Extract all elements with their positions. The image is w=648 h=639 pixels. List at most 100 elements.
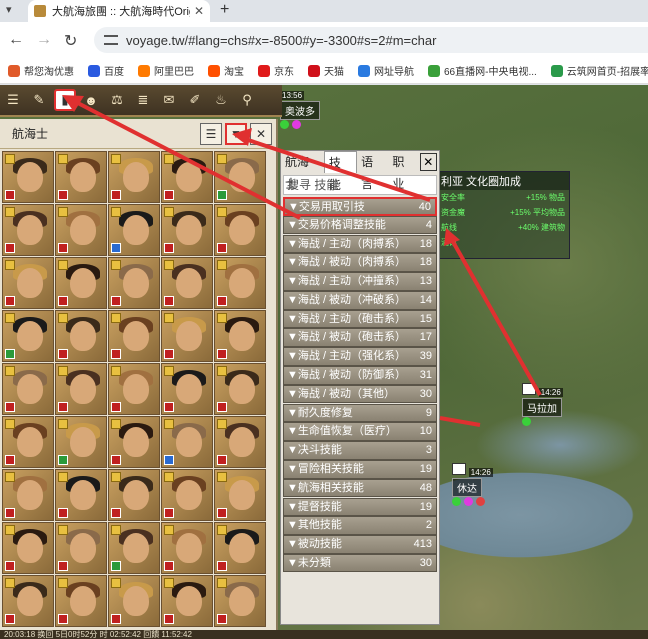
filter-icon[interactable]: ▼ [225,123,247,145]
reload-icon[interactable]: ↻ [64,31,77,51]
new-tab-button[interactable]: + [220,1,229,19]
navigator-portrait[interactable] [108,151,160,203]
town-marker[interactable]: 14:26 休达 [452,463,493,509]
notes-new-icon[interactable]: ✐ [184,89,206,111]
menu-icon[interactable]: ☰ [2,89,24,111]
pot-icon[interactable]: ♨ [210,89,232,111]
navigator-portrait[interactable] [214,416,266,468]
bookmark-item[interactable]: 66直播网-中央电视... [428,63,537,78]
navigator-portrait[interactable] [2,257,54,309]
skill-tab[interactable]: 航海士 [281,151,324,191]
site-info-icon[interactable] [104,35,118,45]
navigator-portrait[interactable] [55,151,107,203]
skill-category-row[interactable]: ▼决斗技能 3 [283,441,437,460]
navigator-portrait[interactable] [108,310,160,362]
tab-search-icon[interactable]: ▾ [6,3,22,19]
navigator-portrait[interactable] [2,151,54,203]
navigator-portrait[interactable] [161,522,213,574]
bookmark-item[interactable]: 云筑网首页-招展率... [550,63,648,78]
skill-category-row[interactable]: ▼海战 / 被动（肉搏系） 18 [283,253,437,272]
navigator-portrait[interactable] [55,522,107,574]
skill-category-row[interactable]: ▼未分類 30 [283,553,437,573]
bookmark-item[interactable]: 帮您淘优惠 [8,63,74,78]
navigator-portrait[interactable] [55,416,107,468]
skill-category-row[interactable]: ▼提督技能 19 [283,497,437,517]
navigator-portrait[interactable] [214,575,266,627]
navigator-portrait[interactable] [55,469,107,521]
navigator-portrait[interactable] [214,204,266,256]
skill-category-row[interactable]: ▼其他技能 2 [283,516,437,535]
navigator-portrait[interactable] [214,151,266,203]
browser-tab[interactable]: 大航海旅團 :: 大航海時代Origin ✕ [28,0,210,22]
navigator-portrait[interactable] [108,204,160,256]
bookmark-item[interactable]: 阿里巴巴 [138,63,194,78]
chat-icon[interactable]: ✉ [158,89,180,111]
navigator-portrait[interactable] [108,522,160,574]
books-icon[interactable]: ≣ [132,89,154,111]
navigator-portrait[interactable] [161,151,213,203]
mask-icon[interactable]: ☻ [80,89,102,111]
skill-category-row[interactable]: ▼航海相关技能 48 [283,478,437,498]
navigator-portrait[interactable] [2,575,54,627]
skill-category-row[interactable]: ▼海战 / 主动（肉搏系） 18 [283,234,437,254]
navigator-portrait[interactable] [214,522,266,574]
list-view-icon[interactable]: ☰ [200,123,222,145]
navigator-portrait[interactable] [2,363,54,415]
navigator-portrait[interactable] [108,575,160,627]
navigator-portrait[interactable] [161,363,213,415]
skill-category-row[interactable]: ▼交易用取引技 40 [283,197,437,216]
skill-category-row[interactable]: ▼海战 / 被动（冲破系） 14 [283,290,437,310]
character-book-icon[interactable]: ▮ [54,89,76,111]
forward-icon[interactable]: → [36,31,52,49]
skill-category-row[interactable]: ▼冒险相关技能 19 [283,459,437,479]
tab-close-icon[interactable]: ✕ [194,4,204,18]
bookmark-item[interactable]: 淘宝 [208,63,244,78]
skill-category-row[interactable]: ▼海战 / 被动（其他） 30 [283,384,437,404]
skill-category-row[interactable]: ▼生命值恢复（医疗） 10 [283,422,437,441]
skill-category-row[interactable]: ▼海战 / 主动（强化系） 39 [283,347,437,366]
bookmark-item[interactable]: 京东 [258,63,294,78]
bookmark-item[interactable]: 百度 [88,63,124,78]
navigator-portrait[interactable] [108,363,160,415]
document-icon[interactable]: ✎ [28,89,50,111]
navigator-portrait[interactable] [2,416,54,468]
navigator-portrait[interactable] [161,310,213,362]
back-icon[interactable]: ← [8,31,24,49]
town-marker[interactable]: 13:56 奥波多 [280,90,320,132]
navigator-portrait[interactable] [55,257,107,309]
navigator-portrait[interactable] [161,575,213,627]
navigator-portrait[interactable] [161,204,213,256]
bookmark-item[interactable]: 网址导航 [358,63,414,78]
navigator-portrait[interactable] [2,522,54,574]
navigator-portrait[interactable] [108,257,160,309]
close-icon[interactable]: ✕ [419,153,438,171]
skill-category-row[interactable]: ▼海战 / 被动（砲击系） 17 [283,328,437,348]
address-bar[interactable]: voyage.tw/#lang=chs#x=-8500#y=-3300#s=2#… [94,27,648,53]
navigator-portrait[interactable] [2,204,54,256]
skill-category-row[interactable]: ▼海战 / 被动（防御系） 31 [283,366,437,385]
navigator-portrait[interactable] [55,310,107,362]
navigator-portrait[interactable] [161,257,213,309]
search-icon[interactable]: ⚲ [236,89,258,111]
navigator-portrait[interactable] [161,469,213,521]
navigator-portrait[interactable] [2,469,54,521]
navigator-portrait[interactable] [55,204,107,256]
navigator-portrait[interactable] [55,575,107,627]
game-area[interactable]: 利亚 文化圈加成 安全率 +15% 物品 资金魔 +15% 平均物品 航线 +40% 建筑… [0,85,648,639]
close-icon[interactable]: ✕ [250,123,272,145]
skill-category-row[interactable]: ▼海战 / 主动（冲撞系） 13 [283,272,437,291]
skill-tab[interactable]: 语言 [357,151,388,191]
skill-tab[interactable]: 职业 [388,151,419,191]
navigator-portrait[interactable] [214,363,266,415]
skill-category-row[interactable]: ▼耐久度修复 9 [283,403,437,423]
navigator-portrait[interactable] [214,469,266,521]
navigator-portrait[interactable] [214,257,266,309]
navigator-portrait[interactable] [108,469,160,521]
navigator-portrait[interactable] [108,416,160,468]
skill-category-row[interactable]: ▼海战 / 主动（砲击系） 15 [283,309,437,329]
skill-search-input[interactable]: 搜寻 技能 [283,175,437,195]
navigator-portrait[interactable] [55,363,107,415]
town-marker[interactable]: 14:26 马拉加 [522,383,563,429]
navigator-portrait[interactable] [161,416,213,468]
skill-category-row[interactable]: ▼被动技能 413 [283,535,437,554]
